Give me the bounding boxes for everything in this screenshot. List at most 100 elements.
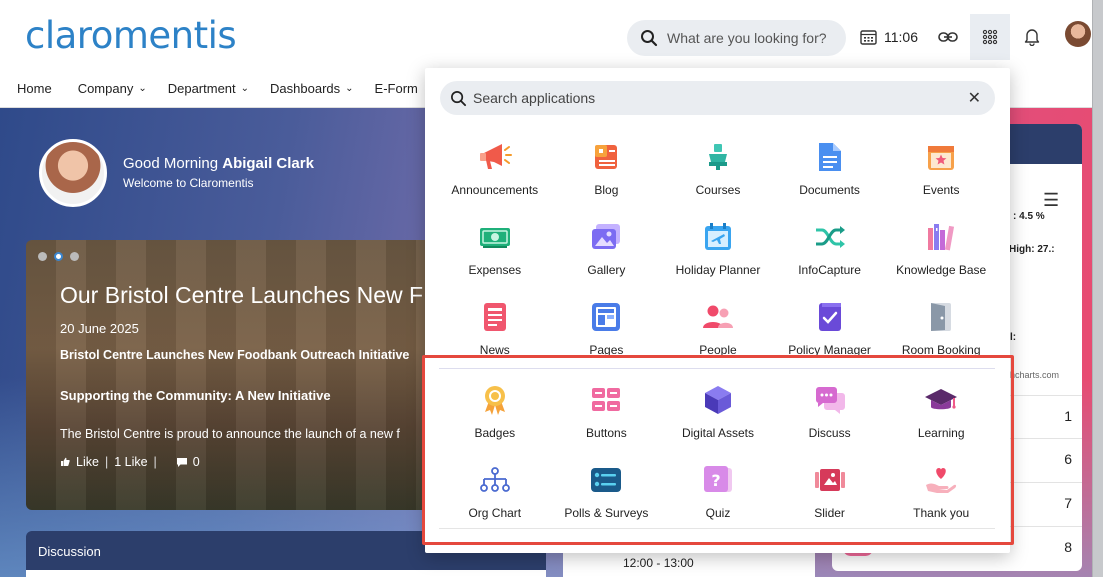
search-icon [451, 90, 467, 106]
app-events[interactable]: Events [885, 130, 997, 210]
like-count[interactable]: 1 Like [114, 455, 147, 469]
greeting-prefix: Good Morning [123, 155, 223, 172]
top-header: claromentis What are you looking for? 11… [0, 0, 1092, 70]
app-label: Expenses [468, 263, 522, 277]
app-label: Gallery [587, 263, 626, 277]
gallery-icon [592, 224, 621, 249]
comment-icon[interactable] [176, 457, 187, 467]
pages-icon [592, 303, 621, 331]
carousel-dot-active[interactable] [54, 252, 63, 261]
chart-high-label: High: 27.: [1009, 244, 1055, 255]
row-value: 1 [1064, 408, 1072, 424]
app-courses[interactable]: Courses [662, 130, 774, 210]
discussion-panel-body [26, 570, 546, 577]
hamburger-menu-icon[interactable]: ☰ [1043, 190, 1059, 211]
table-row: 7 [1010, 482, 1082, 525]
clock-time: 11:06 [884, 29, 918, 45]
table-row: 8 [1010, 526, 1082, 569]
welcome-text: Welcome to Claromentis [123, 176, 254, 190]
calendar-icon [860, 30, 877, 45]
app-label: Announcements [451, 183, 539, 197]
app-label: Holiday Planner [675, 263, 761, 277]
row-value: 7 [1064, 495, 1072, 511]
news-body: The Bristol Centre is proud to announce … [60, 427, 400, 441]
news-carousel[interactable]: Our Bristol Centre Launches New F 20 Jun… [26, 240, 446, 510]
app-label: InfoCapture [798, 263, 861, 277]
carousel-dot[interactable] [38, 252, 47, 261]
app-gallery[interactable]: Gallery [551, 210, 663, 290]
global-search[interactable]: What are you looking for? [627, 20, 846, 56]
carousel-dots [38, 252, 79, 261]
chevron-down-icon: ⌄ [345, 83, 354, 94]
app-label: Events [922, 183, 960, 197]
divider: | [153, 455, 157, 469]
news-icon [483, 303, 506, 331]
nav-department-label: Department [167, 81, 236, 96]
divider: | [104, 455, 109, 469]
news-heading: Supporting the Community: A New Initiati… [60, 388, 331, 403]
app-grid: Announcements Blog Courses Documents Eve… [439, 130, 997, 370]
clock[interactable]: 11:06 [860, 29, 918, 45]
nav-dashboards-label: Dashboards [270, 81, 341, 96]
app-label: Documents [799, 183, 860, 197]
nav-company[interactable]: Company ⌄ [78, 81, 147, 96]
books-icon [928, 224, 955, 251]
search-icon [641, 30, 658, 47]
carousel-dot[interactable] [70, 252, 79, 261]
greeting-name: Abigail Clark [222, 155, 314, 172]
document-icon [818, 143, 841, 171]
comment-count: 0 [192, 455, 200, 469]
shuffle-icon [815, 226, 845, 248]
blog-icon [595, 145, 618, 169]
greeting-text: Good Morning Abigail Clark [123, 155, 314, 172]
bell-icon[interactable] [1024, 27, 1040, 46]
calendar-star-icon [928, 146, 955, 170]
app-search-input[interactable]: Search applications ✕ [440, 81, 995, 115]
money-icon [479, 228, 510, 248]
chart-stat: : 4.5 % [1013, 211, 1045, 222]
nav-home[interactable]: Home [17, 81, 52, 96]
app-expenses[interactable]: Expenses [439, 210, 551, 290]
row-value: 8 [1064, 539, 1072, 555]
app-label: Knowledge Base [896, 263, 987, 277]
nav-home-label: Home [17, 81, 52, 96]
table-row: 6 [1010, 438, 1082, 481]
app-blog[interactable]: Blog [551, 130, 663, 210]
app-holiday-planner[interactable]: Holiday Planner [662, 210, 774, 290]
event-time: 12:00 - 13:00 [623, 556, 694, 570]
highlight-box [422, 355, 1014, 545]
link-icon[interactable] [938, 30, 958, 44]
plane-calendar-icon [704, 223, 731, 250]
door-icon [931, 303, 952, 331]
discussion-title: Discussion [38, 544, 101, 559]
nav-department[interactable]: Department ⌄ [168, 81, 249, 96]
row-value: 6 [1064, 451, 1072, 467]
chevron-down-icon: ⌄ [138, 83, 147, 94]
user-avatar[interactable] [1065, 21, 1091, 47]
like-button[interactable]: Like [76, 455, 99, 469]
nav-eform[interactable]: E-Form [375, 81, 418, 96]
news-date: 20 June 2025 [60, 321, 139, 336]
thumbs-up-icon[interactable] [60, 457, 70, 467]
app-knowledge-base[interactable]: Knowledge Base [885, 210, 997, 290]
nav-dashboards[interactable]: Dashboards ⌄ [270, 81, 354, 96]
news-title[interactable]: Our Bristol Centre Launches New F [60, 282, 423, 309]
app-launcher-button[interactable] [970, 14, 1010, 60]
megaphone-icon [479, 144, 512, 169]
nav-company-label: Company [77, 81, 134, 96]
chart-credit[interactable]: hcharts.com [1010, 370, 1059, 380]
people-icon [702, 305, 733, 328]
app-announcements[interactable]: Announcements [439, 130, 551, 210]
app-label: Courses [695, 183, 741, 197]
courses-icon [708, 144, 727, 170]
chevron-down-icon: ⌄ [240, 83, 250, 94]
chart-label: l: [1010, 332, 1017, 343]
policy-icon [818, 303, 841, 331]
app-infocapture[interactable]: InfoCapture [774, 210, 886, 290]
app-documents[interactable]: Documents [774, 130, 886, 210]
logo[interactable]: claromentis [25, 14, 237, 57]
search-placeholder: What are you looking for? [667, 30, 827, 46]
news-meta: Like | 1 Like | 0 [60, 455, 200, 469]
app-window: claromentis What are you looking for? 11… [0, 0, 1093, 577]
close-icon[interactable]: ✕ [968, 88, 981, 108]
